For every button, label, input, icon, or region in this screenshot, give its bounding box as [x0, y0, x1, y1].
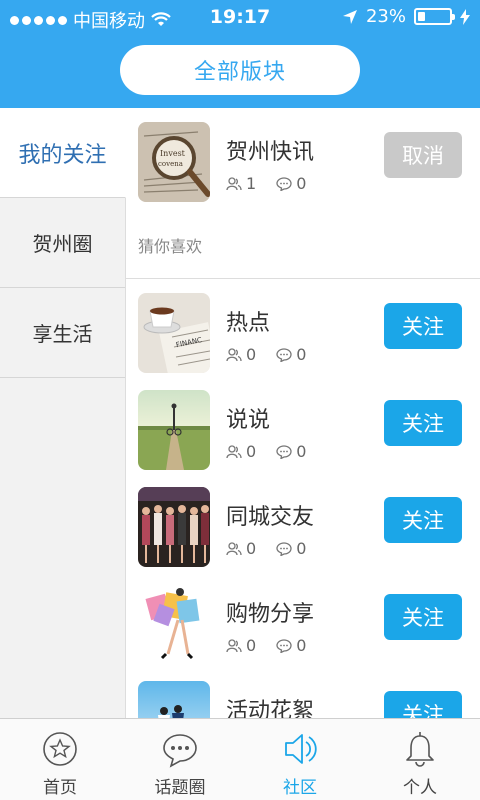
comments-icon	[276, 444, 292, 459]
bell-icon	[406, 732, 434, 767]
comments-icon	[276, 347, 292, 362]
tab-label: 个人	[403, 778, 437, 798]
comments-icon	[276, 541, 292, 556]
bottom-tab-bar: 首页 话题圈 社区 个人	[0, 718, 480, 800]
tab-label: 首页	[43, 778, 77, 798]
list-item[interactable]: 同城交友 0 0 关注	[126, 473, 480, 570]
thumb-image	[138, 584, 210, 664]
sidebar-item-hezhou-circle[interactable]: 贺州圈	[0, 198, 125, 288]
section-stats: 1 0	[226, 174, 306, 193]
member-count: 0	[246, 442, 257, 461]
list-item[interactable]: 购物分享 0 0 关注	[126, 570, 480, 667]
section-title: 活动花絮	[226, 699, 315, 718]
tab-label: 话题圈	[154, 778, 206, 798]
section-stats: 0 0	[226, 442, 306, 461]
follow-button[interactable]: 关注	[384, 497, 462, 543]
member-count: 0	[246, 636, 257, 655]
comments-icon	[276, 638, 292, 653]
comments-icon	[276, 176, 292, 191]
section-stats: 0 0	[226, 345, 306, 364]
svg-text:Invest: Invest	[160, 149, 186, 158]
members-icon	[226, 347, 242, 361]
section-title: 说说	[226, 408, 271, 433]
list-item[interactable]: 说说 0 0 关注	[126, 376, 480, 473]
section-stats: 0 0	[226, 636, 306, 655]
charging-bolt-icon	[460, 8, 470, 25]
sidebar-item-enjoy-life[interactable]: 享生活	[0, 288, 125, 378]
comment-count: 0	[296, 345, 307, 364]
section-title: 购物分享	[226, 602, 315, 627]
member-count: 0	[246, 345, 257, 364]
member-count: 1	[246, 174, 257, 193]
thumb-image: Invest covena	[138, 122, 210, 202]
section-title: 热点	[226, 311, 271, 336]
star-circle-icon	[43, 732, 77, 766]
speaker-icon	[285, 734, 317, 764]
svg-text:covena: covena	[158, 160, 183, 168]
status-bar: 中国移动 19:17 23%	[0, 0, 480, 36]
members-icon	[226, 176, 242, 190]
comment-count: 0	[296, 636, 307, 655]
tab-profile[interactable]: 个人	[360, 719, 480, 800]
top-header: 中国移动 19:17 23% 全部版块	[0, 0, 480, 108]
follow-button[interactable]: 关注	[384, 303, 462, 349]
tab-home[interactable]: 首页	[0, 719, 120, 800]
battery-icon	[414, 8, 455, 25]
members-icon	[226, 541, 242, 555]
thumb-image: FINANC	[138, 293, 210, 373]
section-list: Invest covena 贺州快讯 1 0 取消 猜你喜欢 FINANC 热点…	[126, 108, 480, 718]
section-title: 同城交友	[226, 505, 315, 530]
list-item[interactable]: FINANC 热点 0 0 关注	[126, 279, 480, 376]
location-arrow-icon	[342, 9, 357, 24]
unfollow-button[interactable]: 取消	[384, 132, 462, 178]
members-icon	[226, 638, 242, 652]
list-item[interactable]: 活动花絮 关注	[126, 667, 480, 718]
tab-community[interactable]: 社区	[240, 719, 360, 800]
battery-percent: 23%	[365, 6, 406, 27]
list-item[interactable]: Invest covena 贺州快讯 1 0 取消	[126, 108, 480, 211]
tab-topics[interactable]: 话题圈	[120, 719, 240, 800]
follow-button[interactable]: 关注	[384, 691, 462, 718]
sidebar-item-my-follows[interactable]: 我的关注	[0, 108, 126, 198]
tab-label: 社区	[283, 778, 317, 798]
thumb-image	[138, 681, 210, 718]
section-stats: 0 0	[226, 539, 306, 558]
follow-button[interactable]: 关注	[384, 594, 462, 640]
thumb-image	[138, 390, 210, 470]
sidebar: 我的关注 贺州圈 享生活	[0, 108, 126, 718]
comment-count: 0	[296, 174, 307, 193]
member-count: 0	[246, 539, 257, 558]
chat-bubble-icon	[163, 734, 197, 768]
all-sections-button[interactable]: 全部版块	[120, 45, 360, 95]
comment-count: 0	[296, 442, 307, 461]
comment-count: 0	[296, 539, 307, 558]
follow-button[interactable]: 关注	[384, 400, 462, 446]
members-icon	[226, 444, 242, 458]
section-title: 贺州快讯	[226, 140, 315, 165]
suggest-heading: 猜你喜欢	[126, 211, 480, 279]
thumb-image	[138, 487, 210, 567]
